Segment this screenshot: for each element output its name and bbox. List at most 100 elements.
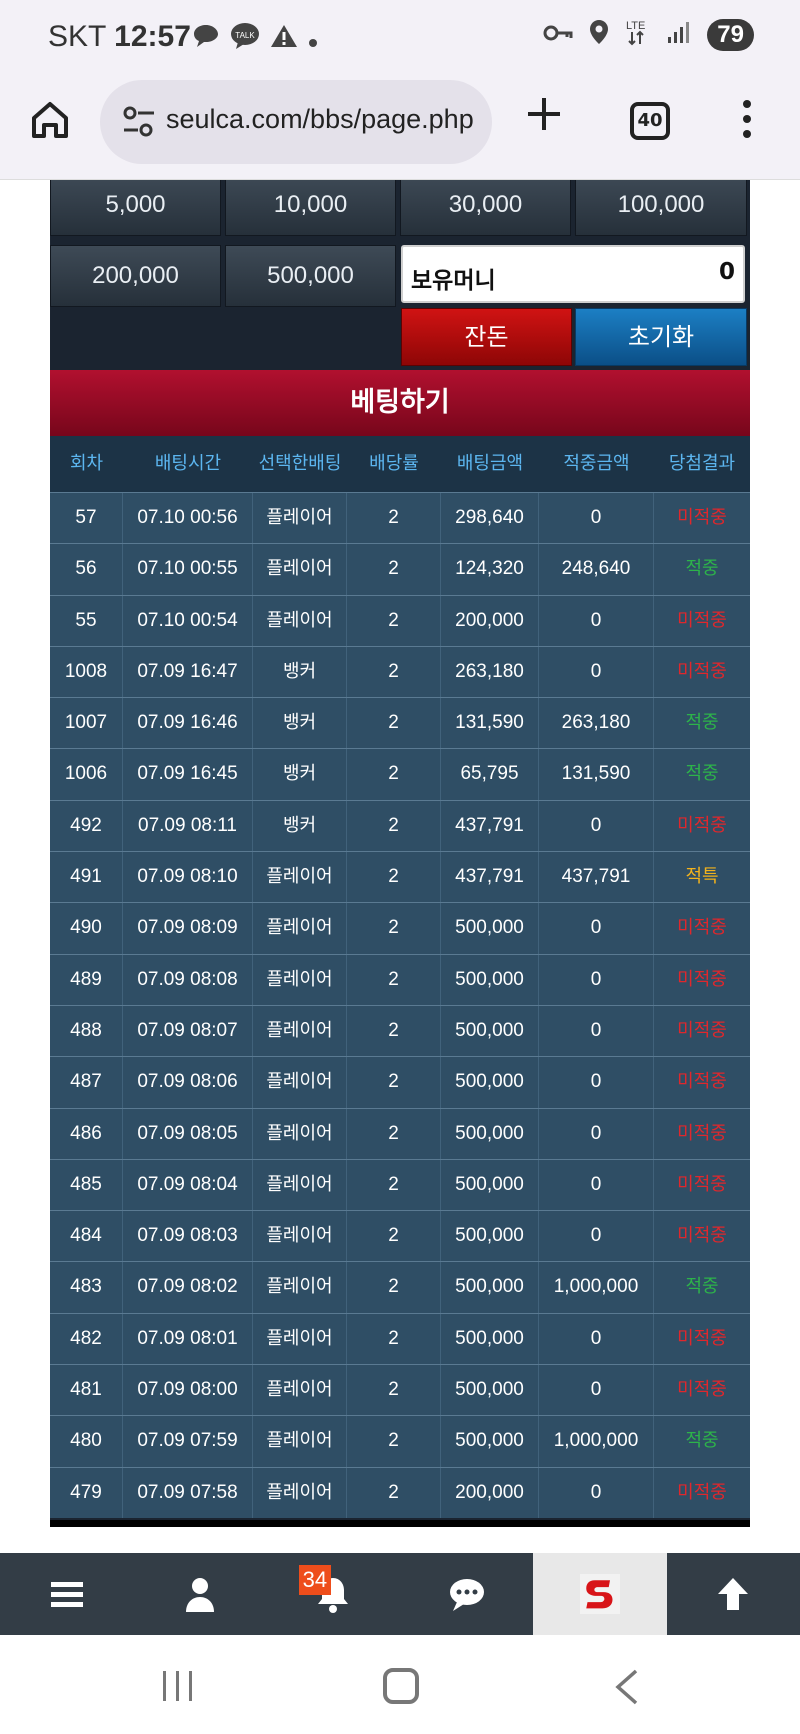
bet-history-table: 57 07.10 00:56 플레이어 2 298,640 0 미적중 56 07.10 00:… [50,492,750,1518]
cell-pick: 플레이어 [253,1416,347,1467]
cell-pick: 뱅커 [253,800,347,852]
cell-odds: 2 [347,903,441,954]
svg-text:TALK: TALK [235,31,255,40]
location-icon [589,19,609,51]
cell-odds: 2 [347,1057,441,1108]
cell-amount: 500,000 [441,1416,539,1467]
back-icon[interactable] [612,1667,642,1707]
chip-200000-button[interactable]: 200,000 [50,245,221,307]
cell-payout: 0 [539,595,654,646]
cell-amount: 500,000 [441,1108,539,1159]
cell-pick: 플레이어 [253,1211,347,1262]
home-button-icon[interactable] [383,1668,419,1704]
place-bet-button[interactable]: 베팅하기 [50,370,750,436]
chat-icon[interactable] [400,1553,533,1635]
cell-odds: 2 [347,1467,441,1518]
cell-time: 07.10 00:56 [123,493,253,544]
cell-payout: 0 [539,1108,654,1159]
cell-odds: 2 [347,800,441,852]
cell-pick: 플레이어 [253,1005,347,1057]
cell-odds: 2 [347,544,441,595]
reset-button[interactable]: 초기화 [575,308,747,366]
more-menu-icon[interactable] [742,100,752,140]
cell-pick: 플레이어 [253,595,347,646]
table-row: 486 07.09 08:05 플레이어 2 500,000 0 미적중 [50,1107,750,1159]
balance-button[interactable]: 잔돈 [401,308,572,366]
col-pick: 선택한배팅 [258,453,342,474]
cell-pick: 플레이어 [253,544,347,595]
chip-5000-button[interactable]: 5,000 [50,180,221,236]
table-row: 481 07.09 08:00 플레이어 2 500,000 0 미적중 [50,1364,750,1416]
cell-time: 07.09 08:08 [123,954,253,1005]
table-row: 483 07.09 08:02 플레이어 2 500,000 1,000,000 적중 [50,1261,750,1313]
site-settings-icon[interactable] [120,104,160,140]
cell-time: 07.09 07:59 [123,1416,253,1467]
chip-30000-button[interactable]: 30,000 [400,180,571,236]
cell-result: 미적중 [677,1225,727,1247]
cell-time: 07.09 16:45 [123,749,253,800]
bell-icon[interactable]: 34 [267,1553,400,1635]
money-value: 0 [718,259,735,285]
cell-amount: 298,640 [441,493,539,544]
cell-amount: 200,000 [441,595,539,646]
cell-time: 07.09 08:03 [123,1211,253,1262]
cell-amount: 131,590 [441,698,539,749]
table-row: 492 07.09 08:11 뱅커 2 437,791 0 미적중 [50,799,750,852]
url-text[interactable]: seulca.com/bbs/page.php [166,104,476,135]
chip-500000-button[interactable]: 500,000 [225,245,396,307]
recent-apps-icon[interactable] [160,1669,196,1703]
cell-round: 1007 [50,698,123,749]
home-icon[interactable] [28,98,72,142]
cell-result: 적중 [685,558,719,580]
cell-time: 07.09 08:06 [123,1057,253,1108]
cell-round: 56 [50,544,123,595]
cell-result: 미적중 [677,814,727,836]
cell-amount: 500,000 [441,903,539,954]
new-tab-icon[interactable] [524,94,564,142]
cell-round: 486 [50,1108,123,1159]
chip-100000-button[interactable]: 100,000 [575,180,747,236]
site-logo[interactable] [533,1553,667,1635]
tab-switcher-button[interactable]: 40 [630,102,670,140]
cell-time: 07.09 08:04 [123,1159,253,1211]
notification-badge: 34 [298,1565,332,1595]
cell-odds: 2 [347,595,441,646]
cell-pick: 플레이어 [253,1365,347,1416]
table-row: 480 07.09 07:59 플레이어 2 500,000 1,000,000 적중 [50,1415,750,1467]
user-icon[interactable] [133,1553,266,1635]
cell-amount: 500,000 [441,1211,539,1262]
cell-result: 미적중 [677,609,727,631]
table-row: 479 07.09 07:58 플레이어 2 200,000 0 미적중 [50,1466,750,1518]
notification-icons: TALK [192,22,318,57]
menu-icon[interactable] [0,1553,133,1635]
kakaotalk-icon: TALK [230,22,260,57]
cell-payout: 1,000,000 [539,1262,654,1313]
cell-time: 07.10 00:55 [123,544,253,595]
cell-odds: 2 [347,1416,441,1467]
cell-round: 480 [50,1416,123,1467]
cell-round: 479 [50,1467,123,1518]
chip-10000-button[interactable]: 10,000 [225,180,396,236]
cell-odds: 2 [347,1365,441,1416]
table-row: 57 07.10 00:56 플레이어 2 298,640 0 미적중 [50,492,750,544]
col-result: 당첨결과 [668,453,736,474]
col-amount: 배팅금액 [456,453,524,474]
address-bar[interactable]: seulca.com/bbs/page.php [100,80,492,164]
cell-pick: 플레이어 [253,1262,347,1313]
col-time: 배팅시간 [154,453,222,474]
cell-result: 적중 [685,1430,719,1452]
cell-payout: 0 [539,1211,654,1262]
cell-odds: 2 [347,1005,441,1057]
cell-pick: 플레이어 [253,1057,347,1108]
cell-payout: 0 [539,1365,654,1416]
cell-time: 07.10 00:54 [123,595,253,646]
arrow-up-icon[interactable] [667,1553,800,1635]
cell-pick: 플레이어 [253,903,347,954]
cell-result: 미적중 [677,1019,727,1041]
cell-amount: 124,320 [441,544,539,595]
cell-odds: 2 [347,954,441,1005]
cell-result: 미적중 [677,968,727,990]
cell-round: 483 [50,1262,123,1313]
warning-icon [270,23,298,56]
cell-round: 490 [50,903,123,954]
